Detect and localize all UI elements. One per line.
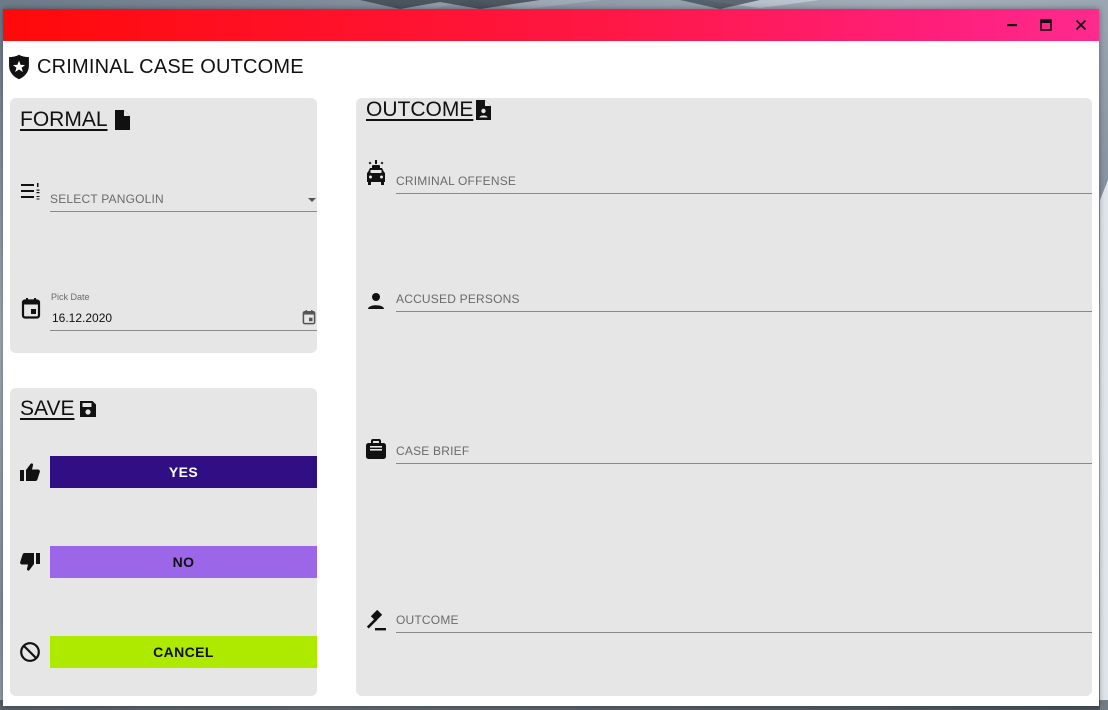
pangolin-select-placeholder: SELECT PANGOLIN bbox=[50, 192, 164, 206]
yes-button[interactable]: YES bbox=[50, 456, 317, 488]
app-title: CRIMINAL CASE OUTCOME bbox=[37, 55, 304, 78]
person-icon bbox=[364, 289, 388, 313]
outcome-header: OUTCOME bbox=[366, 98, 492, 122]
outcome-placeholder: OUTCOME bbox=[396, 613, 459, 627]
case-brief-field[interactable]: CASE BRIEF bbox=[396, 436, 1092, 464]
minimize-button[interactable] bbox=[1000, 15, 1024, 35]
outcome-card: OUTCOME CRIMINAL OFFENSE ACCUSED PERSONS… bbox=[356, 98, 1092, 696]
save-header: SAVE bbox=[20, 397, 97, 421]
date-picker-value: 16.12.2020 bbox=[52, 311, 113, 325]
cancel-button[interactable]: CANCEL bbox=[50, 636, 317, 668]
police-badge-icon bbox=[9, 54, 29, 80]
thumbs-down-icon bbox=[18, 550, 42, 574]
criminal-offense-placeholder: CRIMINAL OFFENSE bbox=[396, 174, 517, 188]
app-header: CRIMINAL CASE OUTCOME bbox=[5, 53, 304, 81]
date-picker-label: Pick Date bbox=[51, 292, 90, 302]
save-title: SAVE bbox=[20, 397, 75, 420]
close-icon bbox=[1075, 19, 1087, 31]
list-numbered-icon bbox=[19, 179, 43, 203]
app-window: CRIMINAL CASE OUTCOME FORMAL SELECT PANG… bbox=[3, 9, 1099, 706]
maximize-icon bbox=[1040, 19, 1052, 31]
case-brief-placeholder: CASE BRIEF bbox=[396, 444, 470, 458]
criminal-offense-field[interactable]: CRIMINAL OFFENSE bbox=[396, 166, 1092, 194]
date-picker-field[interactable]: Pick Date 16.12.2020 bbox=[50, 292, 317, 331]
chevron-down-icon bbox=[308, 198, 316, 202]
cancel-icon bbox=[18, 640, 42, 664]
minimize-icon bbox=[1007, 24, 1017, 27]
outcome-title: OUTCOME bbox=[366, 98, 474, 121]
thumbs-up-icon bbox=[18, 460, 42, 484]
document-icon bbox=[114, 110, 130, 130]
formal-title: FORMAL bbox=[20, 108, 108, 131]
gavel-icon bbox=[364, 609, 388, 633]
no-button[interactable]: NO bbox=[50, 546, 317, 578]
briefcase-icon bbox=[364, 438, 388, 462]
maximize-button[interactable] bbox=[1034, 15, 1058, 35]
floppy-disk-icon bbox=[80, 401, 97, 417]
account-file-icon bbox=[476, 100, 492, 120]
calendar-icon bbox=[19, 296, 43, 320]
title-bar[interactable] bbox=[3, 9, 1099, 41]
formal-header: FORMAL bbox=[20, 108, 131, 132]
accused-persons-field[interactable]: ACCUSED PERSONS bbox=[396, 284, 1092, 312]
calendar-picker-icon[interactable] bbox=[302, 309, 316, 325]
outcome-field[interactable]: OUTCOME bbox=[396, 605, 1092, 633]
police-car-icon bbox=[364, 160, 388, 185]
pangolin-select[interactable]: SELECT PANGOLIN bbox=[50, 186, 317, 212]
formal-card: FORMAL SELECT PANGOLIN Pick Date 16.12.2… bbox=[10, 98, 317, 353]
save-card: SAVE YES NO CANCEL bbox=[10, 388, 317, 696]
accused-persons-placeholder: ACCUSED PERSONS bbox=[396, 292, 520, 306]
close-button[interactable] bbox=[1069, 15, 1093, 35]
